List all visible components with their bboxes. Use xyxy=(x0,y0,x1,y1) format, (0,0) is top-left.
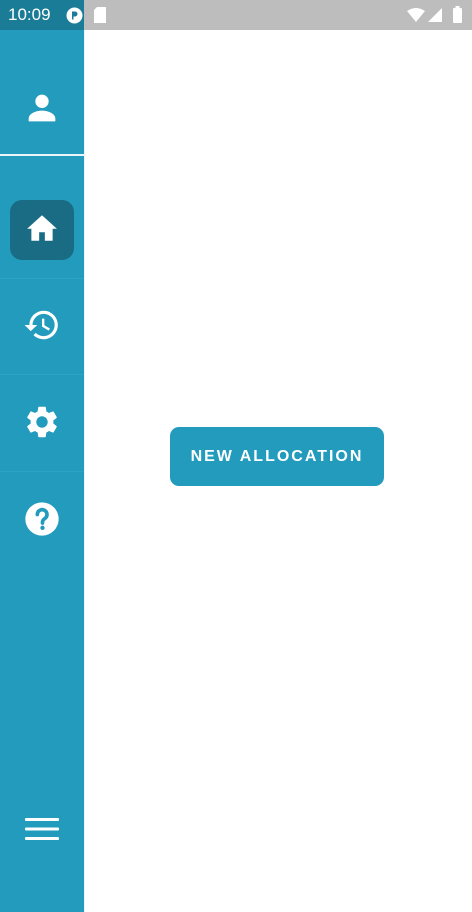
navigation-sidebar xyxy=(0,30,84,912)
active-item-highlight xyxy=(10,200,74,260)
sidebar-item-history[interactable] xyxy=(0,279,84,375)
sidebar-item-menu[interactable] xyxy=(0,783,84,879)
status-bar: 10:09 xyxy=(0,0,472,30)
sidebar-separator xyxy=(0,374,84,375)
history-icon xyxy=(23,306,61,349)
sidebar-separator xyxy=(0,471,84,472)
wifi-icon xyxy=(407,8,425,27)
home-icon xyxy=(25,211,59,250)
sidebar-item-profile[interactable] xyxy=(0,62,84,158)
battery-icon xyxy=(453,6,462,28)
person-icon xyxy=(26,92,58,129)
new-allocation-button[interactable]: NEW ALLOCATION xyxy=(170,427,384,486)
signal-icon xyxy=(428,8,442,27)
gear-icon xyxy=(23,403,61,446)
notification-app-icon xyxy=(66,7,83,29)
sidebar-item-settings[interactable] xyxy=(0,376,84,472)
help-icon xyxy=(22,499,62,544)
sidebar-item-help[interactable] xyxy=(0,473,84,569)
sidebar-item-home[interactable] xyxy=(0,182,84,278)
hamburger-menu-icon xyxy=(25,816,59,847)
sd-card-icon xyxy=(94,7,106,28)
sidebar-divider xyxy=(0,154,84,156)
status-time: 10:09 xyxy=(8,5,51,24)
